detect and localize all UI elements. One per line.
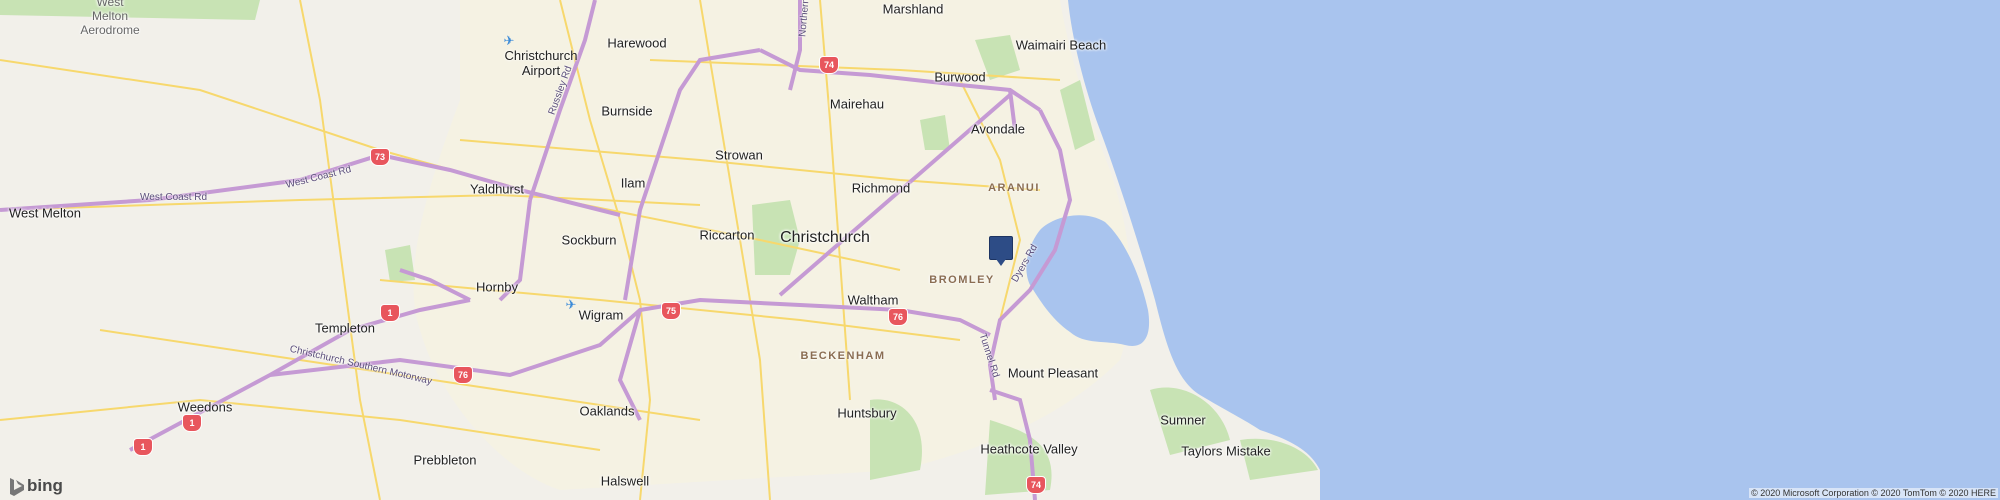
place-prebbleton: Prebbleton (413, 452, 477, 468)
place-richmond: Richmond (851, 180, 911, 196)
suburb-bromley: BROMLEY (929, 274, 995, 286)
airfield-icon: ✈ (565, 297, 577, 312)
place-burwood: Burwood (934, 69, 986, 85)
route-shield-76-east: 76 (888, 308, 908, 326)
location-pin[interactable] (989, 236, 1013, 266)
place-huntsbury: Huntsbury (837, 405, 897, 421)
place-harewood: Harewood (607, 35, 667, 51)
place-west-melton-aerodrome: West Melton Aerodrome (80, 0, 140, 37)
map-canvas[interactable]: West Melton Aerodrome Harewood Marshland W… (0, 0, 2000, 500)
route-shield-73: 73 (370, 148, 390, 166)
bing-logo[interactable]: bing (8, 476, 63, 496)
place-weedons: Weedons (177, 399, 233, 415)
place-taylors-mistake: Taylors Mistake (1181, 443, 1271, 459)
place-templeton: Templeton (315, 320, 375, 336)
place-waimairi-beach: Waimairi Beach (1015, 37, 1107, 53)
place-riccarton: Riccarton (699, 227, 755, 243)
place-yaldhurst: Yaldhurst (470, 181, 524, 197)
place-mairehau: Mairehau (829, 96, 885, 112)
suburb-beckenham: BECKENHAM (800, 350, 886, 362)
place-christchurch: Christchurch (780, 229, 870, 246)
place-sockburn: Sockburn (561, 232, 617, 248)
place-burnside: Burnside (601, 103, 653, 119)
place-waltham: Waltham (847, 292, 899, 308)
route-shield-1-hornby: 1 (380, 304, 400, 322)
place-hornby: Hornby (476, 279, 518, 295)
place-strowan: Strowan (715, 147, 763, 163)
route-shield-74-north: 74 (819, 56, 839, 74)
place-mount-pleasant: Mount Pleasant (1007, 365, 1099, 381)
route-shield-76-west: 76 (453, 366, 473, 384)
place-oaklands: Oaklands (579, 403, 635, 419)
place-halswell: Halswell (600, 473, 650, 489)
route-shield-74-south: 74 (1026, 476, 1046, 494)
place-sumner: Sumner (1160, 412, 1206, 428)
route-shield-1-south: 1 (133, 438, 153, 456)
airport-icon: ✈ (503, 33, 515, 48)
place-avondale: Avondale (971, 121, 1025, 137)
route-shield-75: 75 (661, 302, 681, 320)
route-shield-1-weedons: 1 (182, 414, 202, 432)
place-west-melton: West Melton (8, 205, 82, 221)
place-ilam: Ilam (620, 175, 646, 191)
place-marshland: Marshland (882, 1, 944, 17)
road-label-west-coast-rd-1: West Coast Rd (140, 192, 208, 203)
suburb-aranui: ARANUI (988, 182, 1040, 194)
place-wigram: Wigram (578, 307, 624, 323)
place-heathcote-valley: Heathcote Valley (980, 441, 1078, 457)
copyright-notice: © 2020 Microsoft Corporation © 2020 TomT… (1749, 488, 1998, 498)
bing-logo-text: bing (27, 476, 63, 495)
